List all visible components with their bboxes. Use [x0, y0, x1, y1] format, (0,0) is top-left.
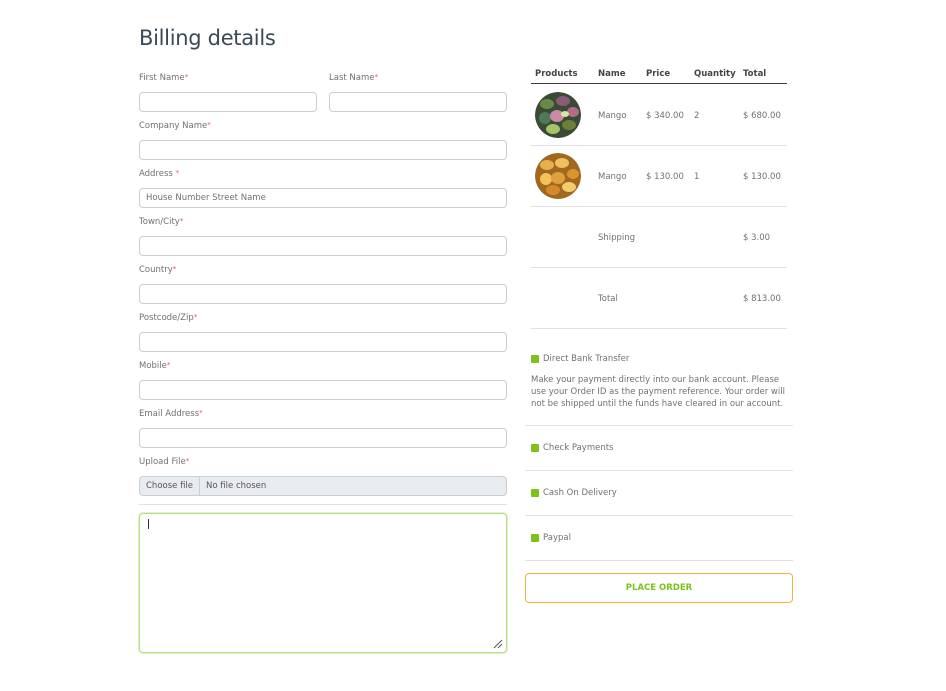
payment-divider: [525, 515, 793, 516]
last-name-field[interactable]: [329, 92, 507, 112]
table-header-name: Name: [598, 69, 626, 79]
radio-checkbox-icon[interactable]: [531, 355, 539, 363]
total-value: $ 813.00: [743, 294, 781, 304]
row-2-total: $ 130.00: [743, 172, 781, 182]
postcode-label: Postcode/Zip*: [139, 313, 197, 323]
row-divider: [531, 145, 787, 146]
table-header-price: Price: [646, 69, 671, 79]
address-field[interactable]: House Number Street Name: [139, 188, 507, 208]
required-mark: *: [185, 457, 190, 465]
direct-bank-description: Make your payment directly into our bank…: [531, 375, 785, 409]
payment-option-check[interactable]: Check Payments: [531, 443, 614, 453]
email-label-text: Email Address: [139, 409, 200, 419]
divider: [139, 504, 507, 505]
country-field[interactable]: [139, 284, 507, 304]
country-label: Country*: [139, 265, 176, 275]
upload-label: Upload File*: [139, 457, 189, 467]
resize-handle-icon[interactable]: [493, 639, 503, 649]
row-divider: [531, 206, 787, 207]
payment-divider: [525, 470, 793, 471]
postcode-field[interactable]: [139, 332, 507, 352]
address-placeholder: House Number Street Name: [146, 193, 266, 203]
mobile-field[interactable]: [139, 380, 507, 400]
last-name-label: Last Name*: [329, 73, 378, 83]
radio-checkbox-icon[interactable]: [531, 534, 539, 542]
product-image-mango-1: [535, 92, 581, 138]
payment-divider: [525, 560, 793, 561]
payment-option-label: Direct Bank Transfer: [543, 354, 630, 364]
page-title: Billing details: [139, 26, 276, 50]
required-mark: *: [175, 169, 180, 177]
choose-file-button[interactable]: Choose file: [140, 477, 201, 495]
row-2-name: Mango: [598, 172, 627, 182]
radio-checkbox-icon[interactable]: [531, 489, 539, 497]
required-mark: *: [166, 361, 171, 369]
shipping-label: Shipping: [598, 233, 636, 243]
row-2-price: $ 130.00: [646, 172, 684, 182]
town-field[interactable]: [139, 236, 507, 256]
upload-label-text: Upload File: [139, 457, 186, 467]
required-mark: *: [199, 409, 203, 417]
file-upload-input[interactable]: Choose file No file chosen: [139, 476, 507, 496]
total-label: Total: [598, 294, 618, 304]
row-1-quantity: 2: [694, 111, 700, 121]
product-image-mango-2: [535, 153, 581, 199]
payment-option-label: Check Payments: [543, 443, 614, 453]
address-label-text: Address: [139, 169, 176, 179]
payment-option-label: Paypal: [543, 533, 571, 543]
text-caret: [148, 519, 149, 529]
address-label: Address *: [139, 169, 179, 179]
required-mark: *: [172, 265, 177, 273]
town-label-text: Town/City: [139, 217, 180, 227]
mobile-label: Mobile*: [139, 361, 170, 371]
country-label-text: Country: [139, 265, 173, 275]
required-mark: *: [374, 73, 378, 81]
payment-option-cod[interactable]: Cash On Delivery: [531, 488, 617, 498]
company-field[interactable]: [139, 140, 507, 160]
place-order-button[interactable]: PLACE ORDER: [525, 573, 793, 603]
first-name-field[interactable]: [139, 92, 317, 112]
row-divider: [531, 267, 787, 268]
payment-option-direct-bank[interactable]: Direct Bank Transfer: [531, 354, 629, 364]
table-header-quantity: Quantity: [694, 69, 736, 79]
company-label: Company Name*: [139, 121, 211, 131]
postcode-label-text: Postcode/Zip: [139, 313, 194, 323]
first-name-label-text: First Name: [139, 73, 185, 83]
row-1-total: $ 680.00: [743, 111, 781, 121]
mobile-label-text: Mobile: [139, 361, 167, 371]
table-header-total: Total: [743, 69, 767, 79]
payment-option-paypal[interactable]: Paypal: [531, 533, 571, 543]
first-name-label: First Name*: [139, 73, 188, 83]
radio-checkbox-icon[interactable]: [531, 444, 539, 452]
payment-divider: [525, 425, 793, 426]
file-status: No file chosen: [206, 481, 267, 491]
row-divider: [531, 328, 787, 329]
last-name-label-text: Last Name: [329, 73, 375, 83]
shipping-value: $ 3.00: [743, 233, 771, 243]
row-2-quantity: 1: [694, 172, 700, 182]
required-mark: *: [179, 217, 184, 225]
required-mark: *: [184, 73, 189, 81]
email-label: Email Address*: [139, 409, 203, 419]
required-mark: *: [207, 121, 211, 129]
table-header-line: [531, 83, 787, 84]
payment-option-label: Cash On Delivery: [543, 488, 617, 498]
row-1-price: $ 340.00: [646, 111, 684, 121]
order-notes-textarea[interactable]: [139, 513, 507, 653]
town-label: Town/City*: [139, 217, 183, 227]
email-field[interactable]: [139, 428, 507, 448]
table-header-products: Products: [535, 69, 578, 79]
company-label-text: Company Name: [139, 121, 208, 131]
required-mark: *: [193, 313, 198, 321]
row-1-name: Mango: [598, 111, 627, 121]
